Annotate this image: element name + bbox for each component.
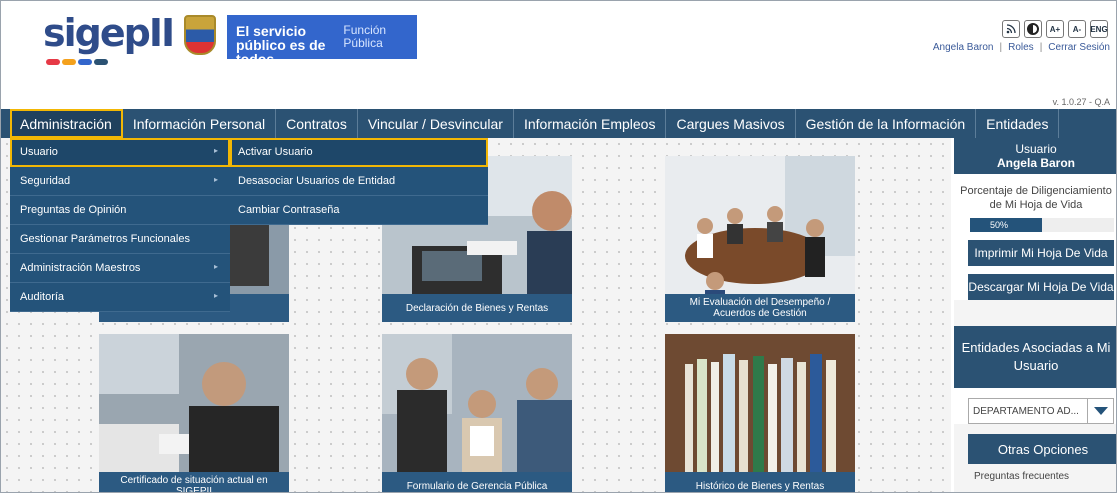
accessibility-tools: A+ A- ENG (1002, 20, 1108, 38)
tile-caption: Histórico de Bienes y Rentas (665, 472, 855, 492)
tile-historico-bienes[interactable]: Histórico de Bienes y Rentas (665, 334, 855, 492)
tile-image (382, 334, 572, 492)
gov-banner-slogan: El servicio público es de todos (236, 23, 326, 67)
menu-item-preguntas-opinion[interactable]: Preguntas de Opinión (10, 196, 230, 225)
nav-administracion[interactable]: Administración (10, 109, 123, 138)
header: sigepII El servicio público es de todos … (1, 1, 1116, 109)
roles-link[interactable]: Roles (1008, 42, 1034, 53)
menu-item-parametros-funcionales[interactable]: Gestionar Parámetros Funcionales (10, 225, 230, 254)
faq-link[interactable]: Preguntas frecuentes (954, 464, 1116, 482)
gov-banner: El servicio público es de todos Función … (227, 15, 417, 67)
menu-item-label: Usuario (20, 146, 58, 158)
tile-image (665, 334, 855, 492)
nav-contratos[interactable]: Contratos (276, 109, 358, 138)
menu-item-label: Seguridad (20, 175, 71, 187)
submenu-desasociar-usuarios[interactable]: Desasociar Usuarios de Entidad (230, 167, 488, 196)
app-window: sigepII El servicio público es de todos … (0, 0, 1117, 493)
chevron-right-icon: ▸ (213, 146, 218, 155)
entities-title: Entidades Asociadas a Mi Usuario (954, 326, 1116, 388)
tile-caption: Declaración de Bienes y Rentas (382, 294, 572, 322)
entity-select-value: DEPARTAMENTO AD... (973, 405, 1079, 417)
tile-caption: Formulario de Gerencia Pública (382, 472, 572, 492)
progress-bar: 50% (970, 218, 1114, 232)
chevron-right-icon: ▸ (213, 291, 218, 300)
chevron-right-icon: ▸ (213, 175, 218, 184)
logo-color-bars (46, 59, 108, 65)
chevron-right-icon: ▸ (213, 262, 218, 271)
colombia-shield-icon (184, 15, 216, 55)
nav-gestion-informacion[interactable]: Gestión de la Información (796, 109, 977, 138)
nav-entidades[interactable]: Entidades (976, 109, 1060, 138)
tile-caption: Certificado de situación actual en SIGEP… (99, 472, 289, 492)
progress-fill: 50% (970, 218, 1042, 232)
menu-item-label: Gestionar Parámetros Funcionales (20, 233, 190, 245)
user-card: Usuario Angela Baron Porcentaje de Dilig… (954, 138, 1116, 300)
tile-certificado-situacion[interactable]: Certificado de situación actual en SIGEP… (99, 334, 289, 492)
rss-icon[interactable] (1002, 20, 1020, 38)
menu-item-label: Administración Maestros (20, 262, 141, 274)
tile-image (99, 334, 289, 492)
sigep-logo[interactable]: sigepII (43, 11, 175, 55)
tile-formulario-gerencia[interactable]: Formulario de Gerencia Pública (382, 334, 572, 492)
entities-card: Entidades Asociadas a Mi Usuario DEPARTA… (954, 326, 1116, 424)
menu-item-administracion-maestros[interactable]: Administración Maestros ▸ (10, 254, 230, 283)
nav-vincular[interactable]: Vincular / Desvincular (358, 109, 514, 138)
user-card-header: Usuario Angela Baron (954, 138, 1116, 174)
usuario-submenu: Activar Usuario Desasociar Usuarios de E… (230, 138, 488, 225)
gov-banner-entity: Función Pública (343, 23, 387, 50)
font-decrease-button[interactable]: A- (1068, 20, 1086, 38)
submenu-activar-usuario[interactable]: Activar Usuario (230, 138, 488, 167)
entity-select[interactable]: DEPARTAMENTO AD... (968, 398, 1114, 424)
contrast-icon[interactable] (1024, 20, 1042, 38)
tile-caption: Mi Evaluación del Desempeño / Acuerdos d… (665, 294, 855, 322)
nav-informacion-personal[interactable]: Información Personal (123, 109, 277, 138)
progress-label: Porcentaje de Diligenciamiento de Mi Hoj… (960, 185, 1112, 211)
other-options-title: Otras Opciones (968, 434, 1116, 464)
logout-link[interactable]: Cerrar Sesión (1048, 42, 1110, 53)
submenu-cambiar-contrasena[interactable]: Cambiar Contraseña (230, 196, 488, 225)
nav-cargues-masivos[interactable]: Cargues Masivos (666, 109, 796, 138)
print-cv-button[interactable]: Imprimir Mi Hoja De Vida (968, 240, 1114, 266)
nav-informacion-empleos[interactable]: Información Empleos (514, 109, 667, 138)
admin-dropdown-menu: Usuario ▸ Seguridad ▸ Preguntas de Opinión… (10, 138, 230, 312)
menu-item-usuario[interactable]: Usuario ▸ (10, 138, 230, 167)
separator: | (1039, 42, 1043, 53)
user-links: Angela Baron | Roles | Cerrar Sesión (933, 42, 1110, 53)
download-cv-button[interactable]: Descargar Mi Hoja De Vida (968, 274, 1114, 300)
user-name-link[interactable]: Angela Baron (933, 42, 994, 53)
user-card-title: Usuario (1015, 142, 1057, 156)
user-card-name: Angela Baron (996, 156, 1075, 170)
chevron-down-icon[interactable] (1087, 399, 1113, 423)
menu-item-seguridad[interactable]: Seguridad ▸ (10, 167, 230, 196)
separator: | (999, 42, 1003, 53)
tile-evaluacion-desempeno[interactable]: Mi Evaluación del Desempeño / Acuerdos d… (665, 156, 855, 322)
right-sidebar: Usuario Angela Baron Porcentaje de Dilig… (954, 138, 1116, 492)
main-nav: Administración Información Personal Cont… (1, 109, 1116, 138)
language-button[interactable]: ENG (1090, 20, 1108, 38)
menu-item-label: Preguntas de Opinión (20, 204, 127, 216)
version-label: v. 1.0.27 - Q.A (1052, 97, 1110, 107)
menu-item-auditoria[interactable]: Auditoría ▸ (10, 283, 230, 312)
menu-item-label: Auditoría (20, 291, 65, 303)
font-increase-button[interactable]: A+ (1046, 20, 1064, 38)
